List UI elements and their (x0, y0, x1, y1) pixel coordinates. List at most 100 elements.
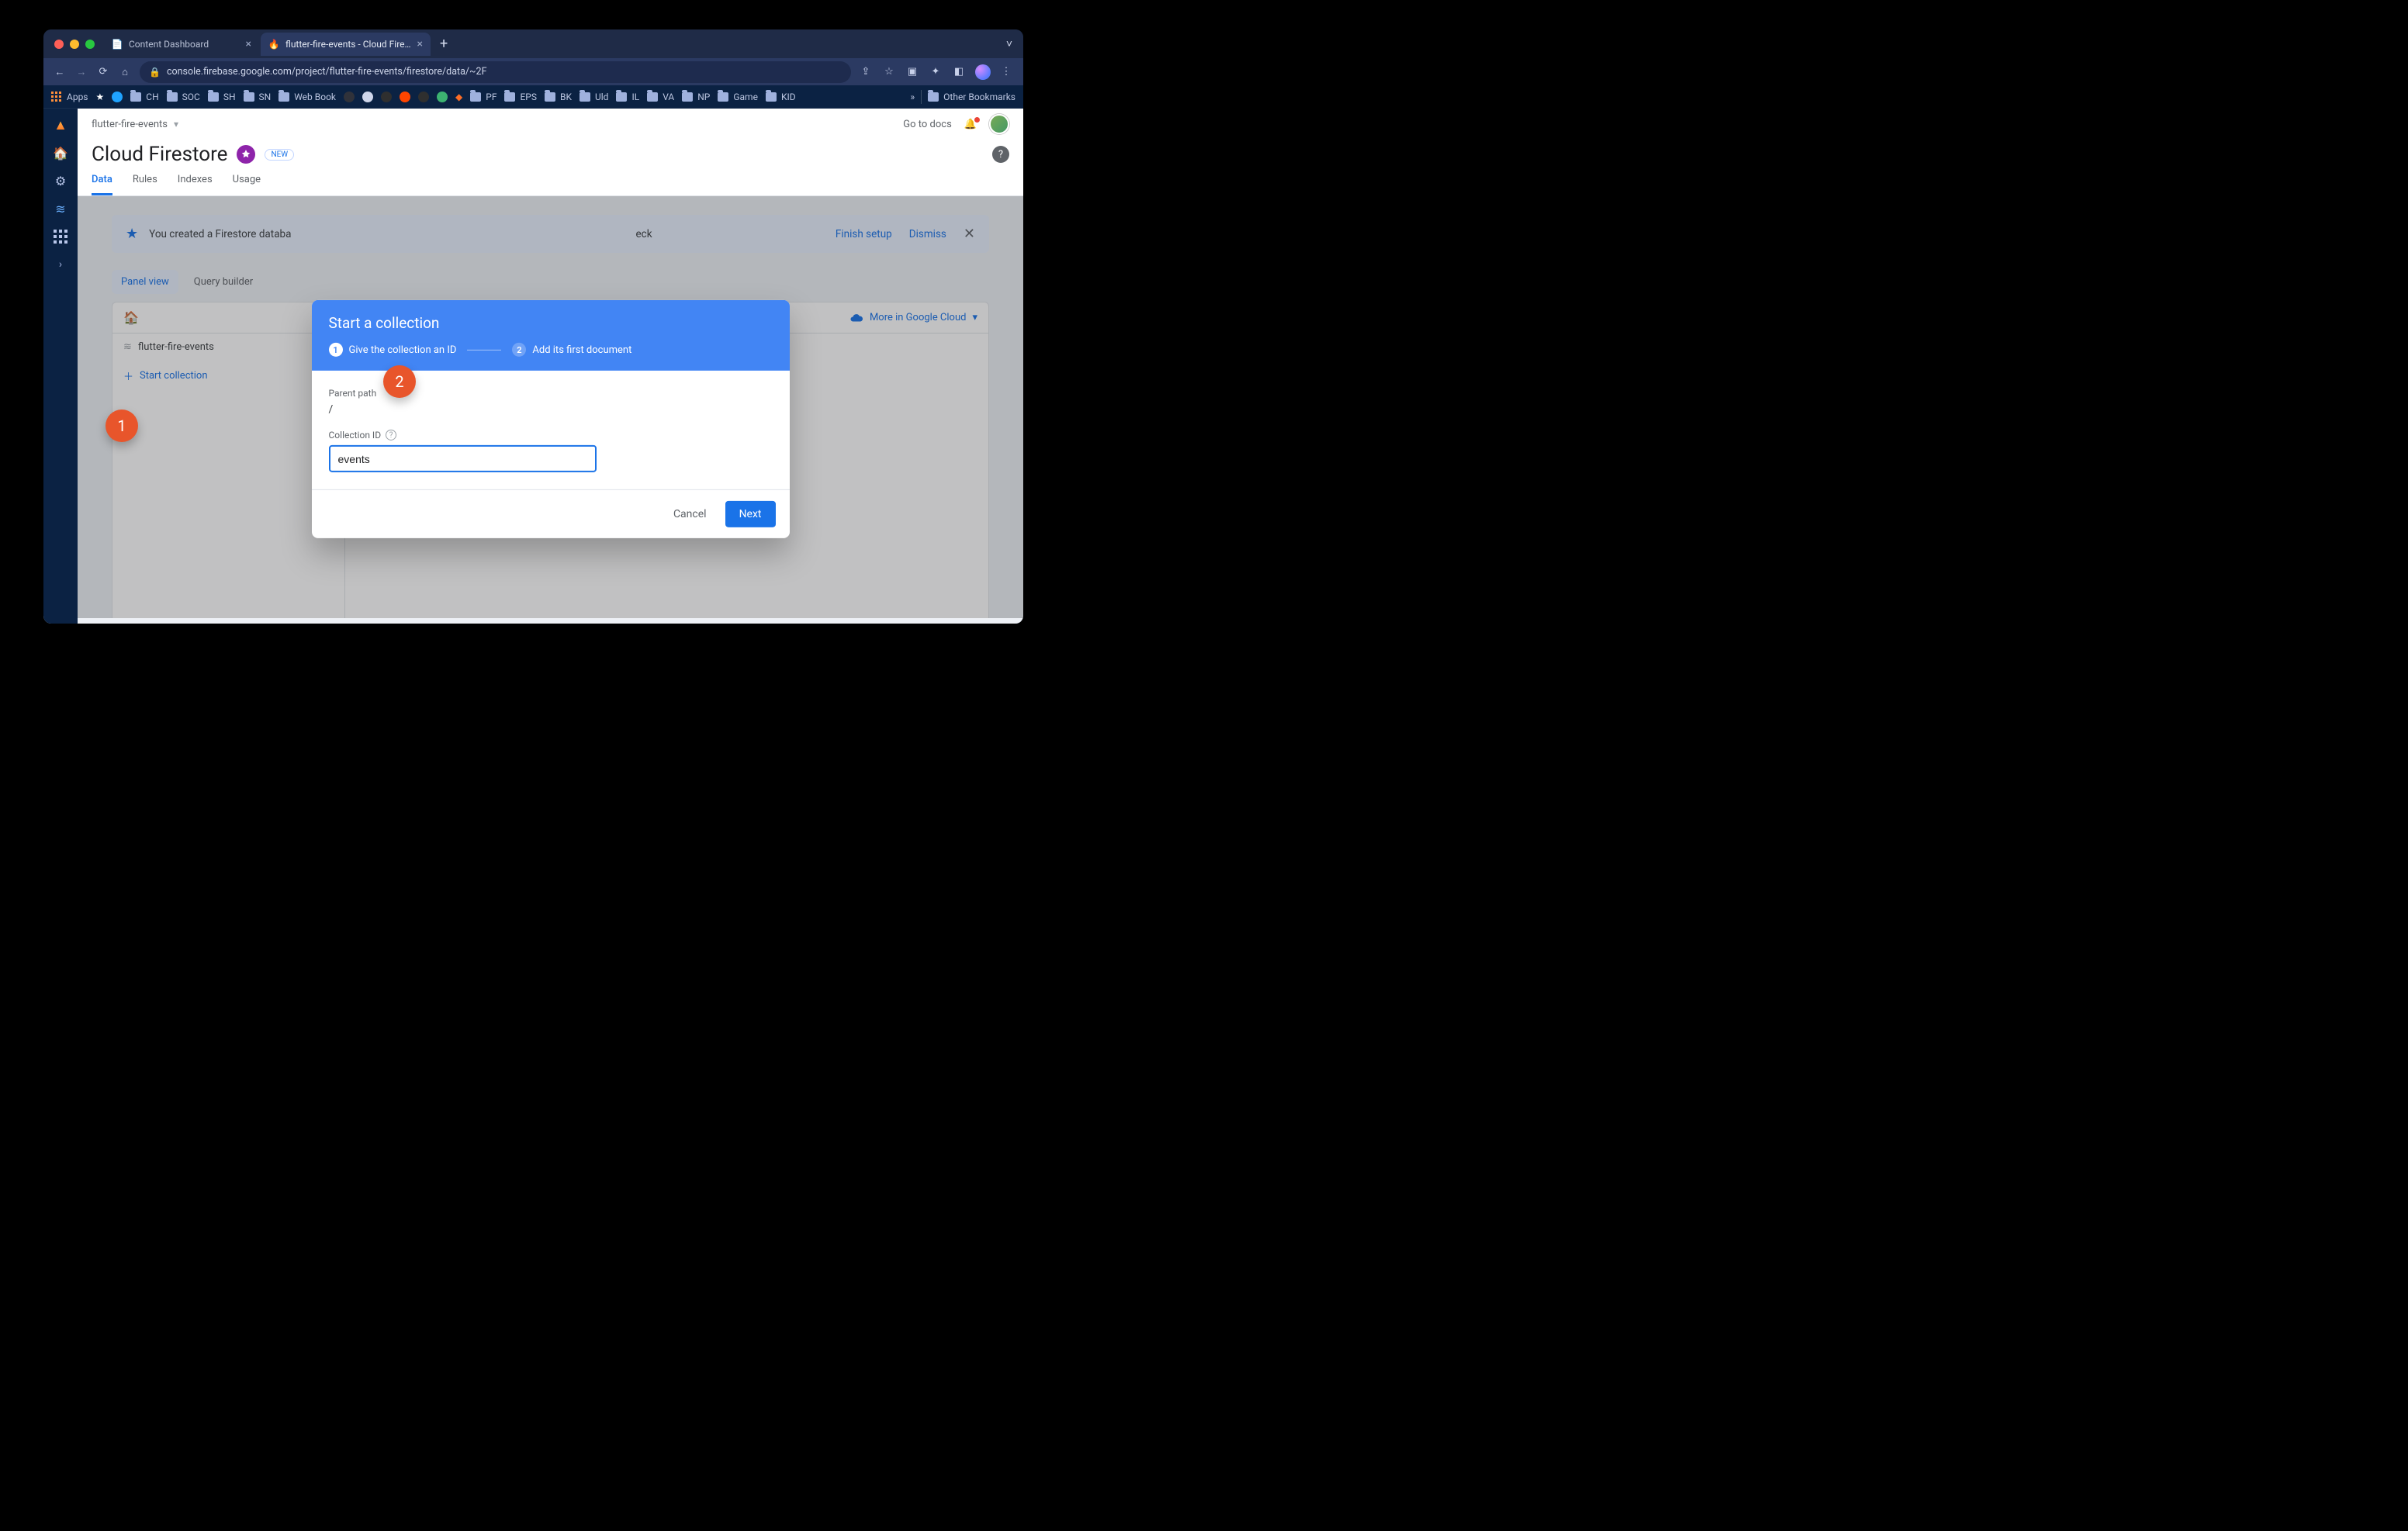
tab-indexes[interactable]: Indexes (178, 174, 213, 195)
tab-title: flutter-fire-events - Cloud Fire… (285, 39, 411, 50)
minimize-window-button[interactable] (70, 40, 79, 49)
project-selector[interactable]: flutter-fire-events ▾ (92, 119, 178, 130)
collection-id-input[interactable] (329, 445, 597, 472)
dialog-stepper: 1 Give the collection an ID 2 Add its fi… (329, 343, 773, 357)
kebab-menu-icon[interactable]: ⋮ (1000, 66, 1014, 78)
project-name: flutter-fire-events (92, 119, 168, 130)
bookmark-chip-icon[interactable] (362, 92, 373, 102)
page-title: Cloud Firestore (92, 143, 227, 166)
bookmark-chip-icon[interactable] (344, 92, 355, 102)
back-button[interactable]: ← (53, 66, 67, 78)
address-bar[interactable]: 🔒 console.firebase.google.com/project/fl… (140, 61, 851, 83)
page-title-row: Cloud Firestore NEW ? (78, 140, 1023, 166)
bookmark-folder[interactable]: IL (616, 92, 639, 102)
share-icon[interactable]: ⇪ (859, 66, 873, 78)
home-button[interactable]: ⌂ (118, 66, 132, 78)
tab-title: Content Dashboard (129, 39, 209, 50)
start-collection-dialog: Start a collection 1 Give the collection… (312, 300, 790, 538)
account-avatar-icon[interactable] (989, 114, 1009, 134)
bookmark-folder[interactable]: BK (545, 92, 572, 102)
step-number: 2 (512, 343, 526, 357)
reload-button[interactable]: ⟳ (96, 66, 110, 78)
go-to-docs-link[interactable]: Go to docs (903, 119, 952, 130)
gear-icon[interactable]: ⚙ (52, 172, 69, 189)
bookmark-folder[interactable]: SH (208, 92, 236, 102)
bookmark-folder[interactable]: SOC (167, 92, 200, 102)
maximize-window-button[interactable] (85, 40, 95, 49)
extension-icon[interactable]: ▣ (905, 66, 919, 78)
bookmark-chip-icon[interactable] (112, 92, 123, 102)
annotation-callout-1: 1 (106, 410, 138, 442)
layers-icon[interactable]: ≋ (52, 200, 69, 217)
step-connector (467, 349, 501, 350)
firebase-logo-icon[interactable]: ▲ (52, 116, 69, 133)
apps-grid-icon[interactable] (52, 228, 69, 245)
profile-avatar-icon[interactable] (975, 64, 991, 80)
firebase-page: flutter-fire-events ▾ Go to docs 🔔 Cloud… (78, 109, 1023, 624)
bookmark-folder[interactable]: Game (718, 92, 758, 102)
tab-usage[interactable]: Usage (233, 174, 261, 195)
tab-data[interactable]: Data (92, 174, 112, 195)
bookmark-folder[interactable]: SN (244, 92, 272, 102)
new-badge: NEW (265, 149, 294, 161)
chevron-right-icon[interactable]: › (52, 256, 69, 273)
tab-rules[interactable]: Rules (133, 174, 157, 195)
new-tab-button[interactable]: + (432, 36, 455, 52)
firestore-tabs: Data Rules Indexes Usage (78, 166, 1023, 196)
bookmark-folder[interactable]: Web Book (279, 92, 336, 102)
parent-path-value: / (329, 403, 773, 416)
dialog-footer: Cancel Next (312, 489, 790, 538)
bookmark-folder[interactable]: NP (682, 92, 710, 102)
side-panel-icon[interactable]: ◧ (952, 66, 966, 78)
step-number: 1 (329, 343, 343, 357)
cancel-button[interactable]: Cancel (664, 502, 716, 527)
browser-window: 📄 Content Dashboard × 🔥 flutter-fire-eve… (43, 29, 1023, 624)
tab-close-icon[interactable]: × (246, 38, 251, 50)
other-bookmarks-folder[interactable]: Other Bookmarks (928, 92, 1015, 102)
dialog-header: Start a collection 1 Give the collection… (312, 300, 790, 371)
project-header: flutter-fire-events ▾ Go to docs 🔔 (78, 109, 1023, 140)
forward-button[interactable]: → (74, 66, 88, 78)
tab-close-icon[interactable]: × (417, 38, 423, 50)
browser-tab-inactive[interactable]: 📄 Content Dashboard × (104, 33, 259, 56)
close-window-button[interactable] (54, 40, 64, 49)
favicon-icon: 📄 (112, 39, 123, 50)
bookmark-reddit-icon[interactable] (400, 92, 410, 102)
extension-round-button[interactable] (237, 145, 255, 164)
next-button[interactable]: Next (725, 501, 776, 527)
bookmark-star-filled-icon[interactable]: ★ (96, 92, 105, 102)
chevron-down-icon: ▾ (174, 119, 178, 130)
apps-button[interactable]: Apps (51, 92, 88, 102)
bookmark-star-icon[interactable]: ☆ (882, 66, 896, 78)
bookmark-folder[interactable]: VA (647, 92, 674, 102)
favicon-flame-icon: 🔥 (268, 39, 279, 50)
extensions-puzzle-icon[interactable]: ✦ (929, 66, 943, 78)
bookmark-chip-icon[interactable] (418, 92, 429, 102)
body: ★ You created a Firestore databa eck Fin… (78, 196, 1023, 618)
sidebar-rail: ▲ 🏠 ⚙ ≋ › (43, 109, 78, 624)
bookmark-folder[interactable]: CH (130, 92, 158, 102)
step-1-label: Give the collection an ID (349, 344, 457, 355)
url-text: console.firebase.google.com/project/flut… (167, 66, 487, 78)
bookmark-folder[interactable]: KID (766, 92, 796, 102)
bookmark-folder[interactable]: Uld (580, 92, 608, 102)
bookmark-chip-icon[interactable] (381, 92, 392, 102)
tabs-overflow-button[interactable]: ˅ (1006, 37, 1012, 50)
bookmark-folder[interactable]: EPS (504, 92, 537, 102)
divider (921, 90, 922, 104)
tab-strip: 📄 Content Dashboard × 🔥 flutter-fire-eve… (43, 29, 1023, 58)
bookmarks-bar: Apps ★ CH SOC SH SN Web Book ◆ PF EPS BK… (43, 85, 1023, 109)
help-icon[interactable]: ? (992, 146, 1009, 163)
home-icon[interactable]: 🏠 (52, 144, 69, 161)
help-circle-icon[interactable]: ? (386, 430, 396, 441)
bookmarks-overflow-button[interactable]: » (911, 92, 915, 102)
browser-tab-active[interactable]: 🔥 flutter-fire-events - Cloud Fire… × (261, 33, 431, 56)
step-2: 2 Add its first document (512, 343, 631, 357)
bookmark-folder[interactable]: PF (470, 92, 496, 102)
apps-label: Apps (67, 92, 88, 102)
notifications-bell-icon[interactable]: 🔔 (964, 119, 977, 130)
step-1: 1 Give the collection an ID (329, 343, 457, 357)
toolbar: ← → ⟳ ⌂ 🔒 console.firebase.google.com/pr… (43, 58, 1023, 85)
bookmark-gitlab-icon[interactable]: ◆ (455, 92, 462, 102)
bookmark-qt-icon[interactable] (437, 92, 448, 102)
